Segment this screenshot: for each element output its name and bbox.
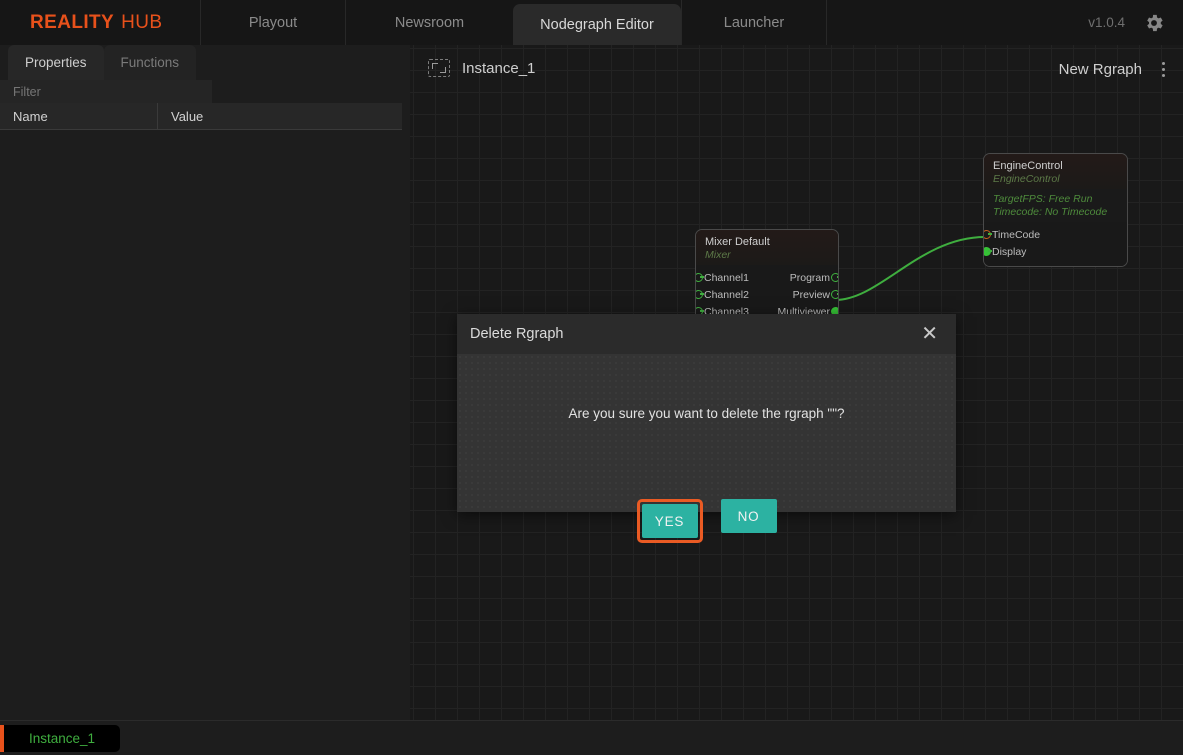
port-dot-icon <box>831 273 838 282</box>
instance-tab-label: Instance_1 <box>28 730 96 746</box>
kebab-menu-icon[interactable] <box>1156 59 1171 80</box>
tab-functions[interactable]: Functions <box>103 45 197 80</box>
port-dot-icon <box>831 290 838 299</box>
nav-tab-launcher-label: Launcher <box>723 14 785 31</box>
port-label: Channel2 <box>704 288 749 301</box>
port-row: Channel1 Program <box>696 269 838 286</box>
delete-rgraph-dialog: Delete Rgraph ✕ Are you sure you want to… <box>457 314 956 543</box>
yes-button[interactable]: YES <box>641 504 698 538</box>
port-input-channel2[interactable]: Channel2 <box>696 288 749 301</box>
column-header-value: Value <box>171 108 204 124</box>
dialog-header: Delete Rgraph ✕ <box>457 314 956 354</box>
nav-tab-nodegraph-editor[interactable]: Nodegraph Editor <box>513 4 681 45</box>
top-navigation-bar: REALITY HUB Playout Newsroom Nodegraph E… <box>0 0 1183 45</box>
nav-tab-newsroom-label: Newsroom <box>394 14 465 31</box>
port-label: Display <box>992 245 1027 258</box>
port-row: Channel2 Preview <box>696 286 838 303</box>
node-info-targetfps: TargetFPS: Free Run <box>993 193 1093 205</box>
nav-tab-nodegraph-editor-label: Nodegraph Editor <box>540 16 654 33</box>
rgraph-title-group: New Rgraph <box>1059 59 1171 80</box>
tab-properties[interactable]: Properties <box>8 45 104 80</box>
panel-tab-bar: Properties Functions <box>0 45 410 80</box>
tab-functions-label: Functions <box>120 55 180 70</box>
close-icon[interactable]: ✕ <box>917 322 942 346</box>
port-input-channel1[interactable]: Channel1 <box>696 271 749 284</box>
frame-icon <box>428 59 450 77</box>
bottom-status-bar: Instance_1 <box>0 720 1183 755</box>
app-version: v1.0.4 <box>1088 15 1125 30</box>
node-title: Mixer Default <box>705 236 770 248</box>
tab-properties-label: Properties <box>25 55 87 70</box>
node-subtitle: Mixer <box>705 249 731 261</box>
no-button[interactable]: NO <box>720 499 777 533</box>
node-engine-control[interactable]: EngineControl EngineControl TargetFPS: F… <box>983 153 1128 267</box>
port-output-program[interactable]: Program <box>789 271 838 284</box>
nav-tab-launcher[interactable]: Launcher <box>681 0 826 45</box>
confirm-button-focus-ring: YES <box>636 499 703 543</box>
gear-icon[interactable] <box>1143 12 1165 34</box>
port-label: Channel1 <box>704 271 749 284</box>
port-dot-icon <box>984 230 992 239</box>
brand-secondary: HUB <box>121 11 163 33</box>
column-header-name: Name <box>0 103 158 129</box>
application-window: REALITY HUB Playout Newsroom Nodegraph E… <box>0 0 1183 755</box>
brand-primary: REALITY <box>30 11 115 33</box>
node-info-timecode: Timecode: No Timecode <box>993 206 1108 218</box>
port-row: Display <box>984 243 1127 260</box>
node-header: Mixer Default Mixer <box>696 230 838 265</box>
nav-tab-playout[interactable]: Playout <box>200 0 345 45</box>
port-dot-icon <box>696 273 704 282</box>
port-label: Preview <box>792 288 830 301</box>
dialog-message: Are you sure you want to delete the rgra… <box>568 406 845 421</box>
dialog-body: Are you sure you want to delete the rgra… <box>457 354 956 543</box>
port-label: Program <box>789 271 830 284</box>
port-input-display[interactable]: Display <box>984 245 1027 258</box>
dialog-actions: YES NO <box>457 499 956 543</box>
app-logo: REALITY HUB <box>0 0 200 45</box>
filter-input[interactable] <box>0 80 212 103</box>
port-dot-icon <box>696 290 704 299</box>
nav-tab-playout-label: Playout <box>248 14 298 31</box>
filter-row <box>0 80 410 103</box>
left-properties-panel: Properties Functions Name Value <box>0 45 410 720</box>
node-subtitle: EngineControl <box>993 173 1060 185</box>
port-input-timecode[interactable]: TimeCode <box>984 228 1041 241</box>
properties-table-header: Name Value <box>0 103 402 130</box>
dialog-title: Delete Rgraph <box>470 326 564 342</box>
port-output-preview[interactable]: Preview <box>792 288 838 301</box>
node-title: EngineControl <box>993 160 1063 172</box>
node-info-block: TargetFPS: Free Run Timecode: No Timecod… <box>984 189 1127 222</box>
instance-tab-instance-1[interactable]: Instance_1 <box>0 724 120 752</box>
port-dot-icon <box>984 247 992 256</box>
rgraph-name-label: New Rgraph <box>1058 61 1142 78</box>
node-header: EngineControl EngineControl <box>984 154 1127 189</box>
port-label: TimeCode <box>992 228 1041 241</box>
node-mixer-default[interactable]: Mixer Default Mixer Channel1 Program Cha… <box>695 229 839 327</box>
instance-name-label: Instance_1 <box>462 59 536 77</box>
node-ports: TimeCode Display <box>984 222 1127 266</box>
port-row: TimeCode <box>984 226 1127 243</box>
nav-tab-newsroom[interactable]: Newsroom <box>345 0 513 45</box>
instance-title-group: Instance_1 <box>428 59 535 77</box>
top-bar-right-section: v1.0.4 <box>826 0 1183 45</box>
